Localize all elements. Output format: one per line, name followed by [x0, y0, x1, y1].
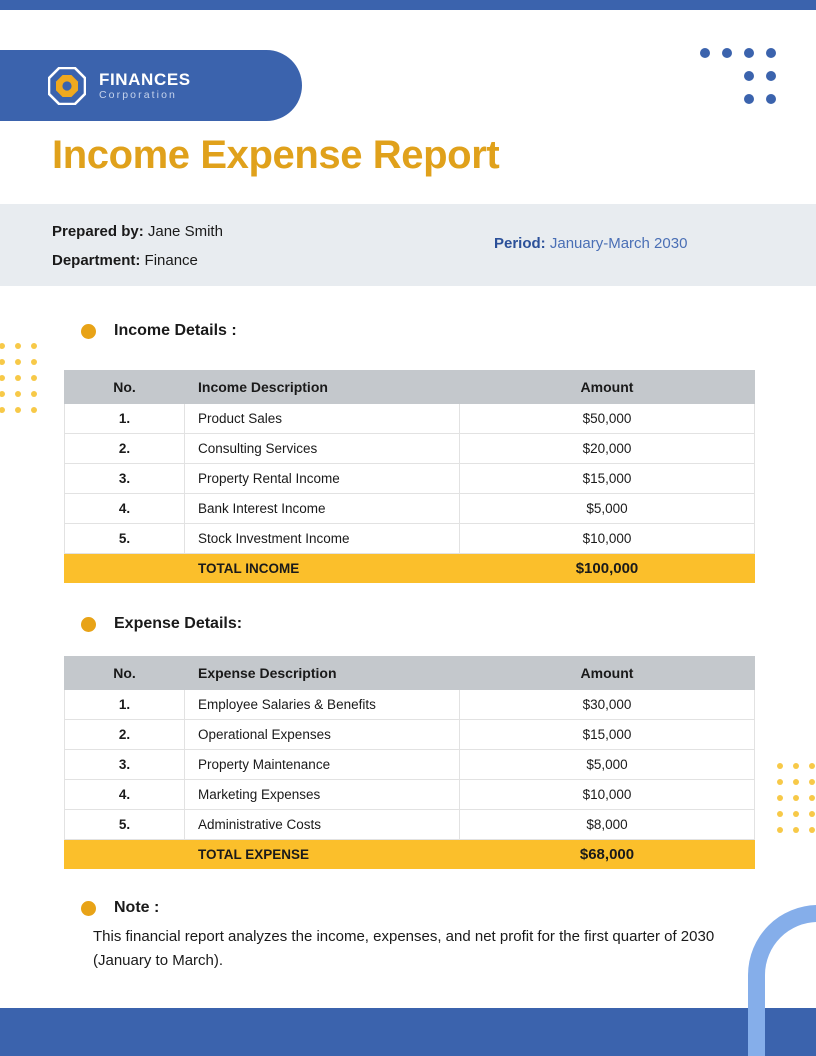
report-page: FINANCES Corporation Income Expense Repo… — [0, 0, 816, 1056]
row-amount: $30,000 — [459, 689, 755, 720]
blue-dot-cluster-icon — [700, 48, 780, 104]
row-desc: Administrative Costs — [184, 809, 460, 840]
table-row: 2. Operational Expenses $15,000 — [64, 719, 755, 750]
bullet-dot-icon — [81, 616, 96, 632]
brand-name: FINANCES — [99, 69, 191, 89]
total-label: TOTAL EXPENSE — [184, 839, 460, 869]
note-section-heading: Note : — [63, 899, 159, 917]
row-no: 5. — [64, 523, 185, 554]
row-amount: $5,000 — [459, 493, 755, 524]
income-section-heading: Income Details : — [63, 322, 237, 340]
row-amount: $15,000 — [459, 719, 755, 750]
row-no: 1. — [64, 403, 185, 434]
expense-col-amount: Amount — [459, 656, 755, 690]
row-no: 3. — [64, 463, 185, 494]
prepared-by-line: Prepared by: Jane Smith — [52, 217, 223, 246]
brand-subtitle: Corporation — [99, 88, 177, 101]
note-body-text: This financial report analyzes the incom… — [93, 928, 715, 970]
meta-left-block: Prepared by: Jane Smith Department: Fina… — [52, 217, 223, 276]
expense-table-header-row: No. Expense Description Amount — [64, 656, 755, 690]
table-row: 1. Employee Salaries & Benefits $30,000 — [64, 689, 755, 720]
department-label: Department: — [52, 252, 141, 270]
prepared-by-label: Prepared by: — [52, 223, 144, 240]
expense-col-desc: Expense Description — [184, 656, 460, 690]
income-col-no: No. — [64, 370, 185, 404]
total-amount: $68,000 — [459, 839, 755, 869]
row-desc: Marketing Expenses — [184, 779, 460, 810]
row-desc: Property Rental Income — [184, 463, 460, 494]
row-amount: $15,000 — [459, 463, 755, 494]
total-no-spacer — [64, 839, 185, 869]
income-heading-label: Income Details : — [114, 322, 237, 339]
row-no: 2. — [64, 719, 185, 750]
page-title: Income Expense Report — [52, 133, 500, 177]
row-amount: $20,000 — [459, 433, 755, 464]
table-row: 5. Stock Investment Income $10,000 — [64, 523, 755, 554]
expense-col-no: No. — [64, 656, 185, 690]
period-label: Period: — [494, 235, 546, 252]
row-desc: Bank Interest Income — [184, 493, 460, 524]
octagon-ring-logo-icon — [47, 66, 87, 105]
footer-accent-bar — [0, 1008, 816, 1056]
table-row: 4. Marketing Expenses $10,000 — [64, 779, 755, 810]
total-amount: $100,000 — [459, 553, 755, 583]
row-no: 2. — [64, 433, 185, 464]
bullet-dot-icon — [81, 323, 96, 339]
row-desc: Operational Expenses — [184, 719, 460, 750]
row-no: 4. — [64, 493, 185, 524]
period-value: January-March 2030 — [549, 235, 688, 252]
income-col-amount: Amount — [459, 370, 755, 404]
table-row: 2. Consulting Services $20,000 — [64, 433, 755, 464]
table-row: 4. Bank Interest Income $5,000 — [64, 493, 755, 524]
bullet-dot-icon — [81, 900, 96, 916]
row-desc: Stock Investment Income — [184, 523, 460, 554]
total-no-spacer — [64, 553, 185, 583]
income-col-desc: Income Description — [184, 370, 460, 404]
row-no: 4. — [64, 779, 185, 810]
expense-total-row: TOTAL EXPENSE $68,000 — [64, 839, 755, 869]
expense-table: No. Expense Description Amount 1. Employ… — [64, 656, 755, 869]
department-value: Finance — [144, 252, 198, 270]
income-table-header-row: No. Income Description Amount — [64, 370, 755, 404]
row-amount: $8,000 — [459, 809, 755, 840]
total-label: TOTAL INCOME — [184, 553, 460, 583]
row-amount: $50,000 — [459, 403, 755, 434]
expense-heading-label: Expense Details: — [114, 615, 243, 632]
row-desc: Consulting Services — [184, 433, 460, 464]
meta-band: Prepared by: Jane Smith Department: Fina… — [0, 204, 816, 286]
row-amount: $10,000 — [459, 523, 755, 554]
top-accent-bar — [0, 0, 816, 10]
row-no: 5. — [64, 809, 185, 840]
row-no: 3. — [64, 749, 185, 780]
table-row: 5. Administrative Costs $8,000 — [64, 809, 755, 840]
note-heading-label: Note : — [114, 899, 160, 916]
yellow-dot-grid-left-icon — [0, 338, 42, 418]
row-desc: Product Sales — [184, 403, 460, 434]
prepared-by-value: Jane Smith — [147, 223, 223, 240]
table-row: 3. Property Maintenance $5,000 — [64, 749, 755, 780]
department-line: Department: Finance — [52, 246, 223, 275]
logo-wordmark: FINANCES Corporation — [99, 71, 191, 101]
yellow-dot-grid-right-icon — [772, 758, 816, 838]
income-table: No. Income Description Amount 1. Product… — [64, 370, 755, 583]
decorative-arc — [748, 905, 816, 1056]
income-total-row: TOTAL INCOME $100,000 — [64, 553, 755, 583]
row-amount: $10,000 — [459, 779, 755, 810]
row-desc: Employee Salaries & Benefits — [184, 689, 460, 720]
table-row: 1. Product Sales $50,000 — [64, 403, 755, 434]
logo-banner: FINANCES Corporation — [0, 50, 302, 121]
table-row: 3. Property Rental Income $15,000 — [64, 463, 755, 494]
row-no: 1. — [64, 689, 185, 720]
row-amount: $5,000 — [459, 749, 755, 780]
period-line: Period: January-March 2030 — [494, 235, 687, 252]
row-desc: Property Maintenance — [184, 749, 460, 780]
expense-section-heading: Expense Details: — [63, 615, 242, 633]
